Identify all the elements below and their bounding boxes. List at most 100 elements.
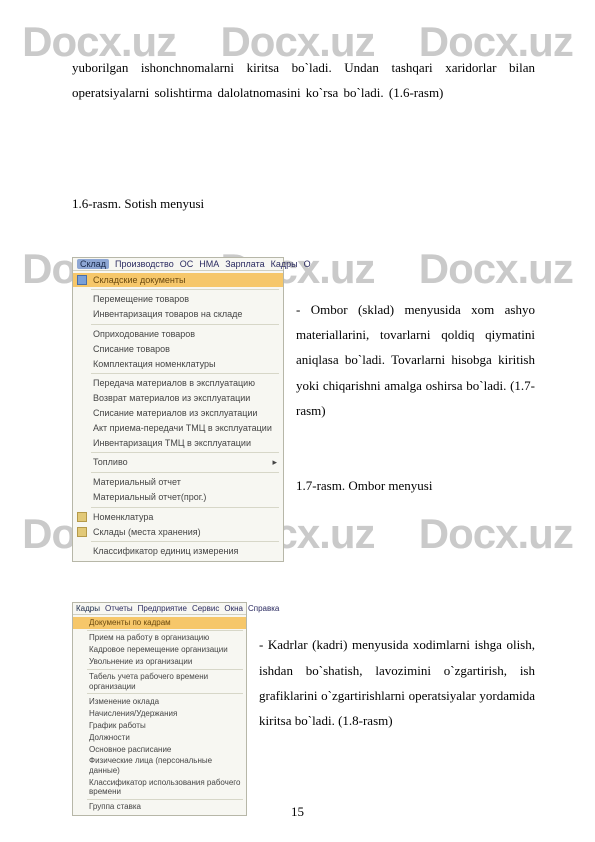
- menu-body: Документы по кадрам Прием на работу в орг…: [73, 615, 246, 815]
- menu-separator: [91, 472, 279, 473]
- sklad-menu-screenshot: Склад Производство ОС НМА Зарплата Кадры…: [72, 257, 284, 563]
- menu-item-label: Материальный отчет: [93, 477, 181, 488]
- menu-bar-item: Кадры: [76, 604, 100, 613]
- menu-item-label: Кадровое перемещение организации: [89, 645, 228, 655]
- menu-separator: [91, 507, 279, 508]
- menu-item-label: Списание товаров: [93, 344, 170, 355]
- menu-bar-item: Окна: [224, 604, 243, 613]
- menu-item: Кадровое перемещение организации: [73, 644, 246, 656]
- menu-item-label: Материальный отчет(прог.): [93, 492, 206, 503]
- menu-bar-item: НМА: [199, 259, 219, 269]
- menu-bar-item: Сервис: [192, 604, 219, 613]
- menu-item-label: Топливо: [93, 457, 128, 468]
- folder-icon: [77, 527, 87, 537]
- menu-item-label: Должности: [89, 733, 130, 743]
- menu-item: Инвентаризация ТМЦ в эксплуатации: [73, 436, 283, 451]
- menu-separator: [87, 630, 243, 631]
- menu-item-label: Оприходование товаров: [93, 329, 195, 340]
- menu-bar-item: ОС: [180, 259, 194, 269]
- menu-item-label: Физические лица (персональные данные): [89, 756, 242, 775]
- menu-item-label: Складские документы: [93, 275, 185, 286]
- menu-bar-item: Кадры: [271, 259, 298, 269]
- menu-item: Должности: [73, 731, 246, 743]
- kadry-menu-screenshot: Кадры Отчеты Предприятие Сервис Окна Спр…: [72, 602, 247, 816]
- menu-item-label: Передача материалов в эксплуатацию: [93, 378, 255, 389]
- menu-item: Номенклатура: [73, 510, 283, 525]
- menu-item-label: Прием на работу в организацию: [89, 633, 209, 643]
- menu-item: Классификатор единиц измерения: [73, 544, 283, 559]
- folder-icon: [77, 512, 87, 522]
- figure-caption-1-6: 1.6-rasm. Sotish menyusi: [72, 196, 535, 212]
- menu-body: Складские документы Перемещение товаров Ин…: [73, 271, 283, 562]
- submenu-arrow-icon: ▸: [272, 457, 277, 468]
- menu-item: Складские документы: [73, 273, 283, 288]
- menu-item-label: Акт приема-передачи ТМЦ в эксплуатации: [93, 423, 272, 434]
- menu-item: Комплектация номенклатуры: [73, 357, 283, 372]
- menu-item-label: Номенклатура: [93, 512, 153, 523]
- menu-item-label: Табель учета рабочего времени организаци…: [89, 672, 242, 691]
- paragraph-1: yuborilgan ishonchnomalarni kiritsa bo`l…: [72, 55, 535, 106]
- menu-separator: [91, 452, 279, 453]
- menu-item-label: Инвентаризация ТМЦ в эксплуатации: [93, 438, 251, 449]
- menu-item-label: Возврат материалов из эксплуатации: [93, 393, 250, 404]
- menu-item: Акт приема-передачи ТМЦ в эксплуатации: [73, 421, 283, 436]
- menu-item: Инвентаризация товаров на складе: [73, 307, 283, 322]
- menu-item-label: Увольнение из организации: [89, 657, 192, 667]
- menu-item: Материальный отчет: [73, 475, 283, 490]
- menu-separator: [91, 289, 279, 290]
- menu-separator: [91, 373, 279, 374]
- menu-item: Склады (места хранения): [73, 525, 283, 540]
- page-content: yuborilgan ishonchnomalarni kiritsa bo`l…: [0, 0, 595, 816]
- right-column: - Ombor (sklad) menyusida xom ashyo mate…: [296, 257, 535, 563]
- paragraph-2: - Ombor (sklad) menyusida xom ashyo mate…: [296, 297, 535, 424]
- menu-item-label: Инвентаризация товаров на складе: [93, 309, 242, 320]
- section-ombor: Склад Производство ОС НМА Зарплата Кадры…: [72, 257, 535, 563]
- menu-bar: Кадры Отчеты Предприятие Сервис Окна Спр…: [73, 603, 246, 615]
- document-icon: [77, 275, 87, 285]
- menu-item: Списание материалов из эксплуатации: [73, 406, 283, 421]
- section-kadrlar: Кадры Отчеты Предприятие Сервис Окна Спр…: [72, 602, 535, 816]
- menu-item: Классификатор использования рабочего вре…: [73, 777, 246, 798]
- menu-bar-item: Предприятие: [138, 604, 187, 613]
- menu-item: Изменение оклада: [73, 695, 246, 707]
- menu-item: Материальный отчет(прог.): [73, 490, 283, 505]
- menu-item: Оприходование товаров: [73, 327, 283, 342]
- menu-bar-item: Производство: [115, 259, 174, 269]
- figure-caption-1-7: 1.7-rasm. Ombor menyusi: [296, 478, 535, 494]
- menu-item: Увольнение из организации: [73, 656, 246, 668]
- menu-item: Прием на работу в организацию: [73, 632, 246, 644]
- menu-item-label: Начисления/Удержания: [89, 709, 177, 719]
- menu-item: Передача материалов в эксплуатацию: [73, 376, 283, 391]
- menu-item: Начисления/Удержания: [73, 707, 246, 719]
- menu-item: Возврат материалов из эксплуатации: [73, 391, 283, 406]
- menu-item: Перемещение товаров: [73, 292, 283, 307]
- menu-item-label: Списание материалов из эксплуатации: [93, 408, 257, 419]
- menu-item-label: Группа ставка: [89, 802, 141, 812]
- menu-item-label: Склады (места хранения): [93, 527, 201, 538]
- menu-bar: Склад Производство ОС НМА Зарплата Кадры…: [73, 258, 283, 271]
- menu-separator: [87, 669, 243, 670]
- menu-item: Топливо ▸: [73, 455, 283, 470]
- menu-item-label: Документы по кадрам: [89, 618, 171, 628]
- menu-item: Списание товаров: [73, 342, 283, 357]
- menu-item-label: Перемещение товаров: [93, 294, 189, 305]
- menu-bar-item: Отчеты: [105, 604, 133, 613]
- menu-item-label: График работы: [89, 721, 146, 731]
- paragraph-3: - Kadrlar (kadri) menyusida xodimlarni i…: [259, 602, 535, 733]
- menu-separator: [87, 799, 243, 800]
- menu-bar-item: Склад: [77, 259, 109, 269]
- menu-separator: [91, 324, 279, 325]
- menu-item: Табель учета рабочего времени организаци…: [73, 671, 246, 692]
- right-column: - Kadrlar (kadri) menyusida xodimlarni i…: [259, 602, 535, 816]
- menu-item-label: Классификатор единиц измерения: [93, 546, 238, 557]
- menu-bar-item: Зарплата: [225, 259, 264, 269]
- menu-item-label: Изменение оклада: [89, 697, 159, 707]
- menu-item: Группа ставка: [73, 801, 246, 813]
- menu-item-label: Классификатор использования рабочего вре…: [89, 778, 242, 797]
- menu-item: Физические лица (персональные данные): [73, 755, 246, 776]
- menu-item-label: Основное расписание: [89, 745, 171, 755]
- menu-item: Документы по кадрам: [73, 617, 246, 629]
- menu-item: Основное расписание: [73, 743, 246, 755]
- menu-separator: [91, 541, 279, 542]
- menu-item: График работы: [73, 719, 246, 731]
